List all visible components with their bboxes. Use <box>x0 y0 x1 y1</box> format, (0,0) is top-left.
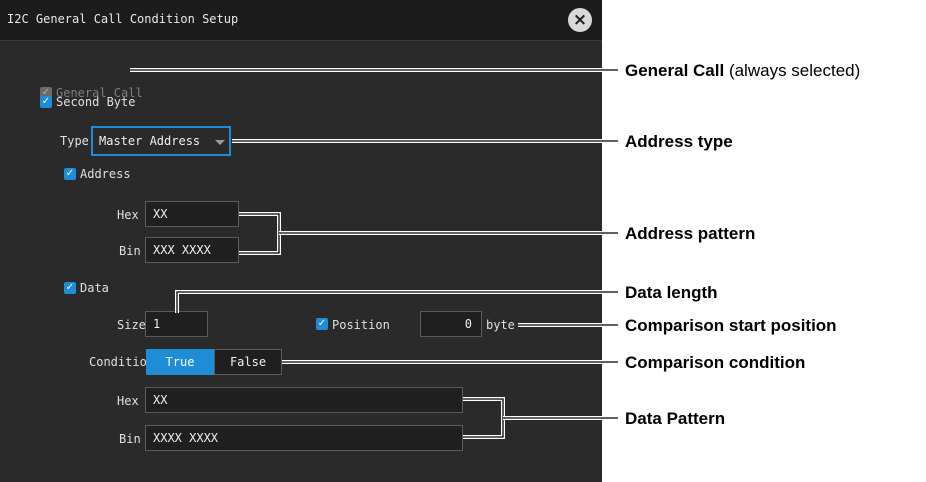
callout-address-type-text: Address type <box>625 132 733 151</box>
callout-comparison-condition-text: Comparison condition <box>625 353 806 372</box>
callout-comparison-condition: Comparison condition <box>625 353 805 373</box>
callout-data-length: Data length <box>625 283 718 303</box>
callout-data-pattern: Data Pattern <box>625 409 725 429</box>
callout-general-call-bold: General Call <box>625 61 725 80</box>
callout-address-pattern-text: Address pattern <box>625 224 756 243</box>
callout-comparison-start: Comparison start position <box>625 316 837 336</box>
callout-address-type: Address type <box>625 132 733 152</box>
callout-general-call: General Call (always selected) <box>625 61 860 81</box>
callout-comparison-start-text: Comparison start position <box>625 316 837 335</box>
callout-data-pattern-text: Data Pattern <box>625 409 726 428</box>
callout-general-call-note: (always selected) <box>724 61 861 80</box>
callout-address-pattern: Address pattern <box>625 224 755 244</box>
callout-data-length-text: Data length <box>625 283 718 302</box>
